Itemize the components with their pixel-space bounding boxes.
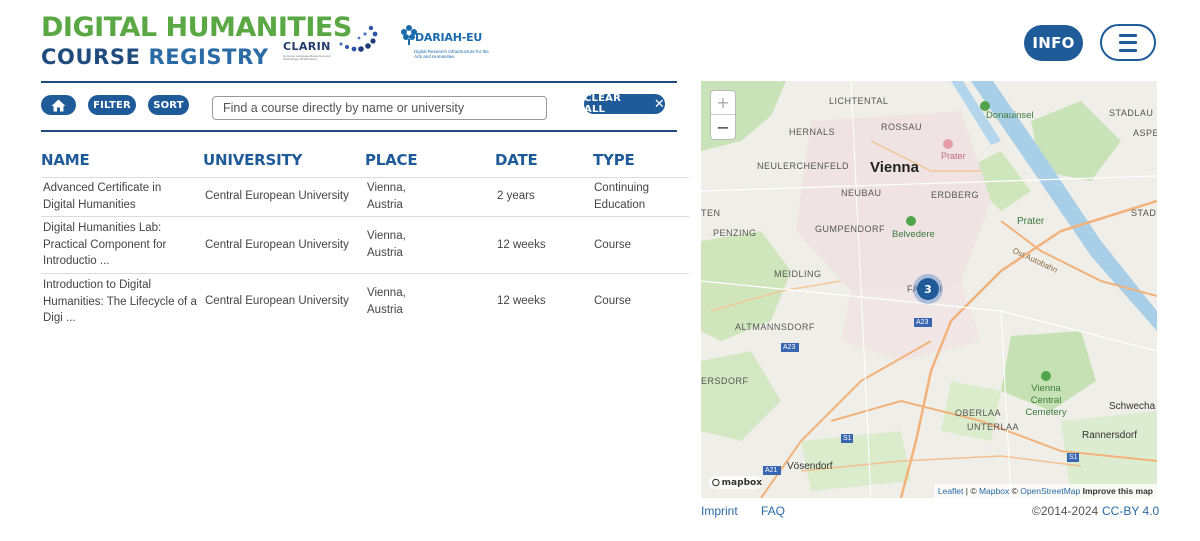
clear-all-button[interactable]: CLEAR ALL ✕	[584, 93, 665, 115]
map-label: LICHTENTAL	[829, 96, 889, 106]
map-attribution: Leaflet | © Mapbox © OpenStreetMap Impro…	[933, 484, 1157, 498]
type-cell: Course	[594, 295, 632, 307]
map-label: ALTMANNSDORF	[735, 322, 815, 332]
home-button[interactable]	[41, 95, 76, 115]
university-cell: Central European University	[205, 239, 349, 251]
info-button[interactable]: INFO	[1024, 25, 1083, 61]
table-divider	[41, 177, 689, 178]
map-label: Ost Autobahn	[1011, 246, 1059, 275]
dariah-logo-subtitle: Digital Research Infrastructure for the …	[414, 49, 489, 59]
home-icon	[51, 99, 66, 111]
university-cell: Central European University	[205, 295, 349, 307]
map-label: S1	[843, 435, 852, 442]
course-name-cell[interactable]: Introduction to Digital Humanities: The …	[43, 277, 198, 327]
place-cell: Vienna, Austria	[367, 182, 406, 211]
place-cell: Vienna, Austria	[367, 230, 406, 259]
cluster-count: 3	[917, 278, 939, 300]
date-cell: 12 weeks	[497, 239, 546, 251]
map-label: MEIDLING	[774, 269, 822, 279]
map-label: HERNALS	[789, 127, 836, 137]
map-label: A23	[916, 319, 929, 326]
map-label: PENZING	[713, 228, 757, 238]
map-label: Vienna Central Cemetery	[1025, 383, 1067, 418]
column-header-date[interactable]: DATE	[495, 151, 538, 169]
map-label: NEUBAU	[841, 188, 882, 198]
course-name-cell[interactable]: Digital Humanities Lab: Practical Compon…	[43, 220, 193, 270]
mapbox-logo[interactable]: mapbox	[709, 476, 762, 489]
map-label: Rannersdorf	[1082, 430, 1138, 441]
university-cell: Central European University	[205, 190, 349, 202]
clear-all-label: CLEAR ALL	[584, 93, 621, 115]
zoom-in-button[interactable]: +	[711, 91, 735, 115]
mapbox-icon	[712, 478, 720, 487]
map-label: GUMPENDORF	[815, 224, 885, 234]
course-search-input[interactable]	[212, 96, 547, 120]
column-header-name[interactable]: NAME	[41, 151, 90, 169]
clarin-logo-text: CLARIN	[283, 40, 331, 53]
toolbar-top-divider	[41, 81, 677, 83]
dariah-logo[interactable]: DARIAH-EU Digital Research Infrastructur…	[400, 22, 490, 64]
table-divider	[41, 273, 689, 274]
zoom-control: + −	[710, 90, 736, 140]
license-link[interactable]: CC-BY 4.0	[1102, 504, 1159, 518]
map-label: Schwecha	[1109, 401, 1156, 412]
clarin-logo-subtitle: Common Language Resources and Technology…	[283, 54, 331, 61]
table-divider	[41, 216, 689, 217]
clarin-dots-icon	[339, 25, 378, 52]
map-label: Prater	[1017, 216, 1045, 227]
date-cell: 2 years	[497, 190, 535, 202]
place-cell: Vienna, Austria	[367, 287, 406, 316]
toolbar-bottom-divider	[41, 130, 677, 132]
course-name-cell[interactable]: Advanced Certificate in Digital Humaniti…	[43, 180, 193, 213]
map-label: A23	[783, 344, 796, 351]
map-label: ASPE	[1133, 128, 1157, 138]
dariah-logo-text: DARIAH-EU	[415, 31, 483, 44]
map-label: TEN	[701, 208, 721, 218]
type-cell: Course	[594, 239, 632, 251]
map-label: S1	[1069, 454, 1078, 461]
map-label: Donauinsel	[986, 110, 1034, 121]
close-icon: ✕	[653, 96, 665, 112]
sort-button[interactable]: SORT	[148, 95, 189, 115]
map-label: Prater	[941, 151, 966, 161]
course-cluster-marker[interactable]: 3	[913, 274, 943, 304]
osm-link[interactable]: OpenStreetMap	[1020, 486, 1080, 496]
improve-map-link[interactable]: Improve this map	[1083, 486, 1153, 496]
map-label: OBERLAA	[955, 408, 1002, 418]
menu-button[interactable]	[1100, 24, 1156, 61]
hamburger-icon	[1119, 33, 1137, 52]
map-label: ROSSAU	[881, 122, 923, 132]
course-map[interactable]: LICHTENTAL ROSSAU HERNALS Donauinsel STA…	[701, 81, 1157, 498]
type-cell: Continuing Education	[594, 182, 649, 211]
column-header-place[interactable]: PLACE	[365, 151, 418, 169]
filter-button[interactable]: FILTER	[88, 95, 136, 115]
map-label: Belvedere	[892, 229, 935, 240]
map-label: STADLAU	[1109, 108, 1154, 118]
map-label: Vösendorf	[787, 461, 833, 472]
map-label: NEULERCHENFELD	[757, 161, 850, 171]
map-label: STADT	[1131, 208, 1157, 218]
imprint-link[interactable]: Imprint	[701, 504, 738, 518]
map-label: ERSDORF	[701, 376, 749, 386]
leaflet-link[interactable]: Leaflet	[938, 486, 964, 496]
column-header-university[interactable]: UNIVERSITY	[203, 151, 302, 169]
zoom-out-button[interactable]: −	[711, 115, 735, 139]
faq-link[interactable]: FAQ	[761, 504, 785, 518]
column-header-type[interactable]: TYPE	[593, 151, 635, 169]
mapbox-link[interactable]: Mapbox	[979, 486, 1009, 496]
map-label: Vienna	[870, 159, 919, 176]
clarin-logo[interactable]: CLARIN Common Language Resources and Tec…	[283, 24, 379, 64]
date-cell: 12 weeks	[497, 295, 546, 307]
copyright-text: ©2014-2024	[1032, 504, 1099, 518]
map-label: ERDBERG	[931, 190, 980, 200]
map-label: UNTERLAA	[967, 422, 1020, 432]
map-label: A21	[765, 467, 778, 474]
